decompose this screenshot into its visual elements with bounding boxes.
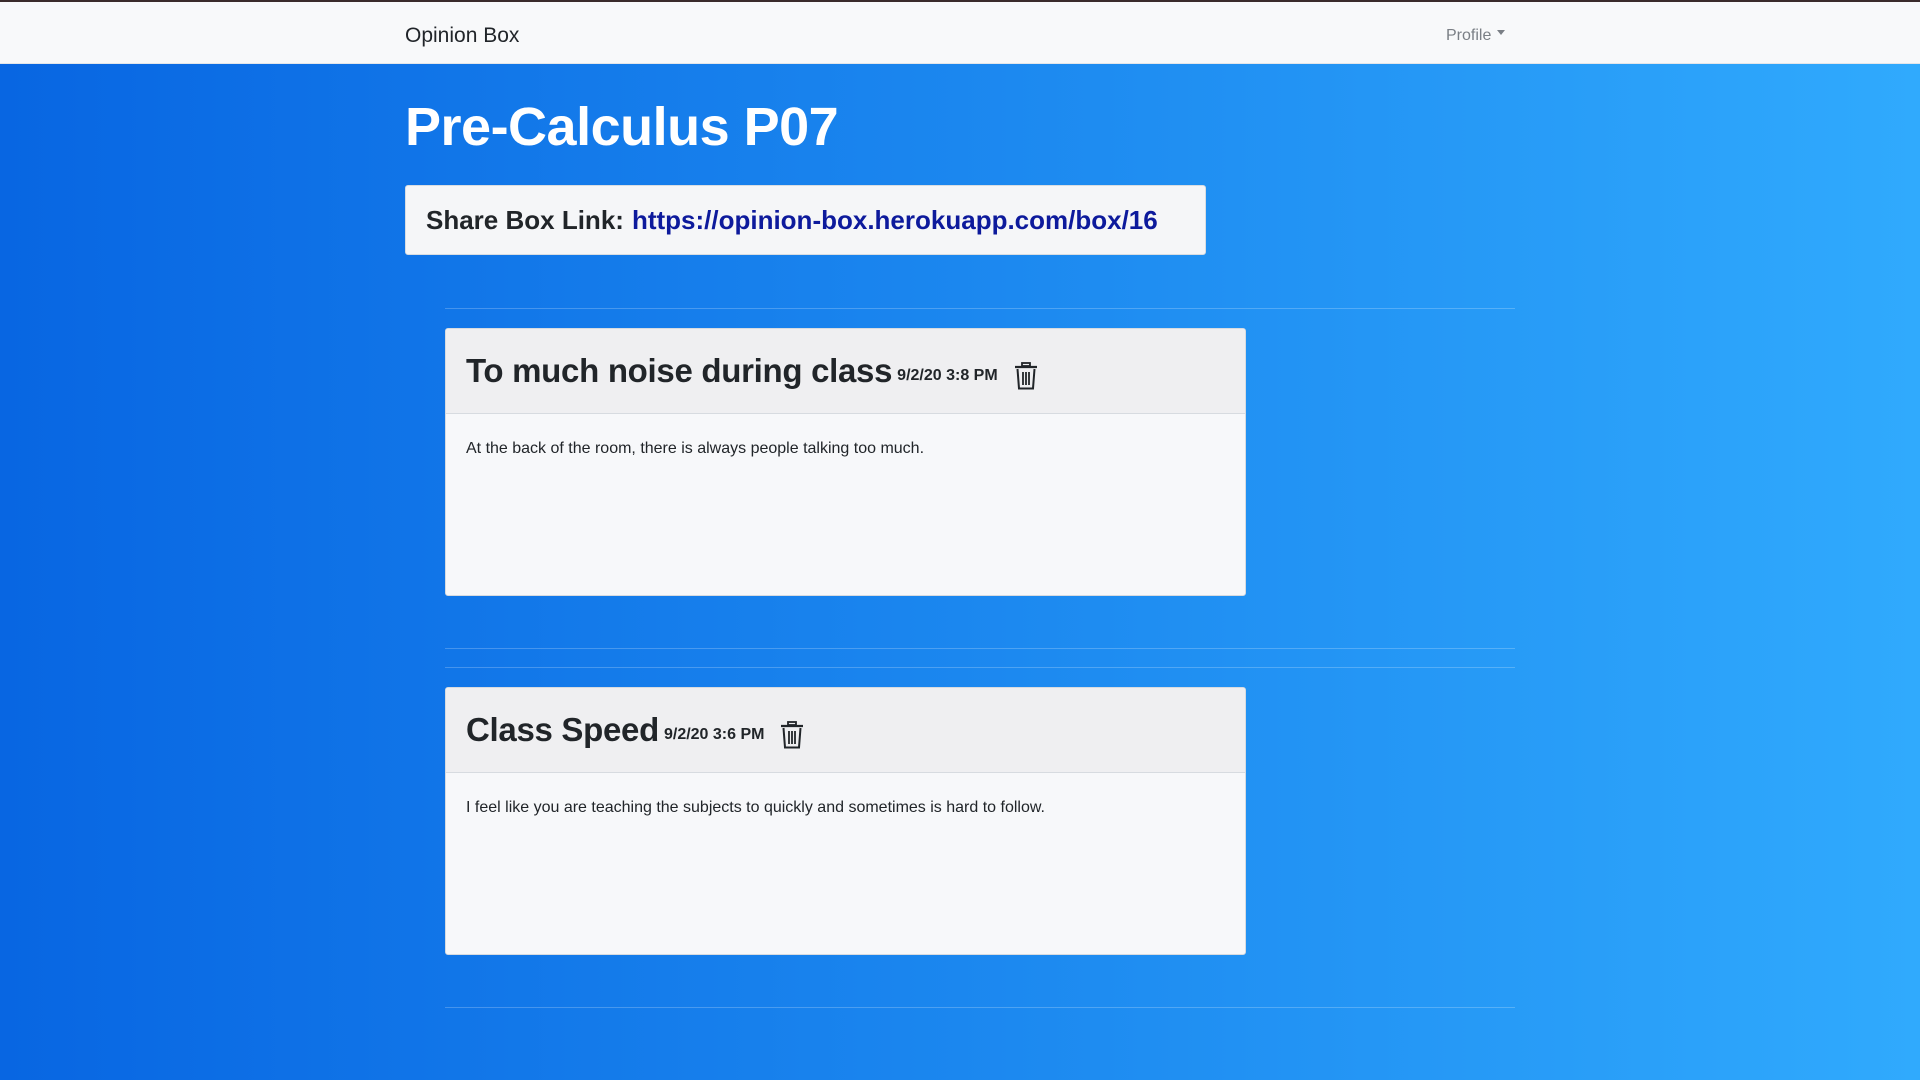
share-box: Share Box Link: https://opinion-box.hero…	[405, 185, 1206, 255]
navbar: Opinion Box Profile	[0, 2, 1920, 64]
trash-icon[interactable]	[1014, 362, 1038, 390]
opinion-card-header: Class Speed 9/2/20 3:6 PM	[446, 688, 1245, 773]
opinion-title: To much noise during class	[466, 352, 893, 389]
opinion-body: At the back of the room, there is always…	[466, 440, 925, 457]
navbar-brand[interactable]: Opinion Box	[405, 22, 519, 50]
opinion-timestamp: 9/2/20 3:6 PM	[663, 726, 765, 743]
profile-dropdown[interactable]: Profile	[1446, 24, 1506, 48]
profile-label: Profile	[1446, 27, 1492, 44]
opinion-card-header: To much noise during class 9/2/20 3:8 PM	[446, 329, 1245, 414]
page-title: Pre-Calculus P07	[405, 97, 839, 157]
share-link[interactable]: https://opinion-box.herokuapp.com/box/16	[632, 205, 1158, 236]
opinion-timestamp: 9/2/20 3:8 PM	[897, 367, 998, 384]
opinion-title: Class Speed	[466, 711, 659, 748]
opinion-body: I feel like you are teaching the subject…	[466, 799, 1045, 816]
trash-icon[interactable]	[780, 721, 804, 749]
caret-down-icon	[1497, 30, 1506, 36]
opinion-card: Class Speed 9/2/20 3:6 PM I feel like yo…	[445, 687, 1246, 955]
divider	[445, 1007, 1515, 1008]
divider	[445, 648, 1515, 649]
share-link-label: Share Box Link:	[426, 204, 624, 235]
opinion-card: To much noise during class 9/2/20 3:8 PM…	[445, 328, 1246, 596]
divider	[445, 667, 1515, 668]
divider	[445, 308, 1515, 309]
